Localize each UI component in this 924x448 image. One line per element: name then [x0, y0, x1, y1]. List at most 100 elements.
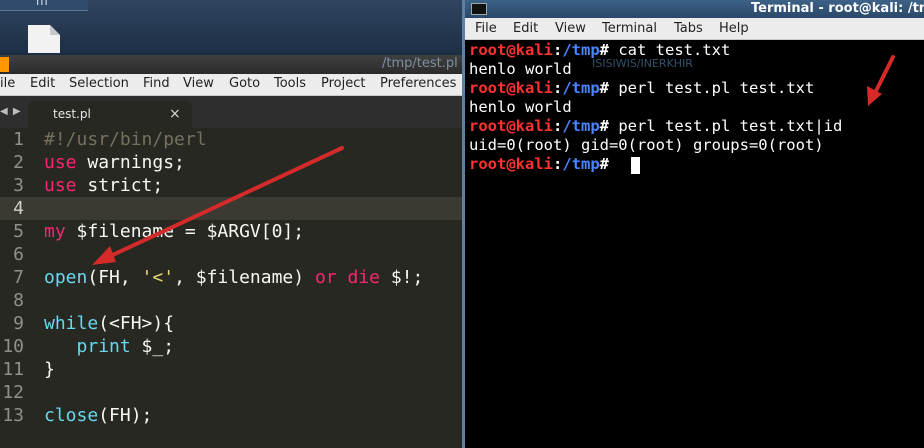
- code-line: 6: [0, 243, 462, 266]
- code-line: 9 while(<FH>){: [0, 312, 462, 335]
- prompt-symbol: #: [599, 117, 610, 135]
- tab-test-pl[interactable]: test.pl ×: [28, 101, 192, 128]
- keyword: or: [314, 267, 337, 288]
- function: while: [44, 313, 99, 334]
- editor-menubar: ile Edit Selection Find View Goto Tools …: [0, 74, 462, 96]
- sublime-logo-icon: [0, 57, 9, 72]
- code-line: 12: [0, 381, 462, 404]
- menu-view[interactable]: View: [555, 21, 586, 36]
- code-text: , $filename): [174, 267, 315, 288]
- prompt-user: root@kali: [469, 41, 553, 59]
- menu-file[interactable]: ile: [0, 76, 15, 91]
- code-text: (FH,: [87, 267, 142, 288]
- string: '<': [141, 267, 175, 288]
- line-number: 4: [13, 198, 24, 219]
- prompt-user: root@kali: [469, 117, 553, 135]
- terminal-menubar: File Edit View Terminal Tabs Help: [465, 18, 924, 40]
- line-number: 8: [13, 290, 24, 311]
- terminal-title: Terminal - root@kali: /tmp: [751, 1, 924, 16]
- keyword: die: [347, 267, 380, 288]
- command-text: perl test.pl test.txt|id: [609, 117, 843, 135]
- menu-help[interactable]: Help: [719, 21, 749, 36]
- tab-nav-arrows[interactable]: ◀ ▶: [0, 106, 22, 117]
- desktop-background: m: [0, 0, 462, 55]
- line-number: 10: [2, 336, 24, 357]
- menu-find[interactable]: Find: [143, 76, 170, 91]
- line-number: 9: [13, 313, 24, 334]
- menu-tools[interactable]: Tools: [274, 76, 306, 91]
- code-text: warnings;: [76, 152, 185, 173]
- code-line: 8: [0, 289, 462, 312]
- terminal-line: henlo world: [469, 98, 572, 116]
- terminal-window: Terminal - root@kali: /tmp File Edit Vie…: [462, 0, 924, 448]
- keyword: use: [44, 175, 77, 196]
- terminal-line: uid=0(root) gid=0(root) groups=0(root): [469, 136, 824, 154]
- close-icon[interactable]: ×: [169, 106, 181, 122]
- current-line: 4: [0, 197, 462, 220]
- document-icon[interactable]: [26, 25, 60, 53]
- code-line: 11}: [0, 358, 462, 381]
- prompt-user: root@kali: [469, 79, 553, 97]
- line-number: 2: [13, 152, 24, 173]
- terminal-cursor: [631, 157, 640, 174]
- prompt-path: /tmp: [562, 117, 600, 135]
- launcher-glyph: m: [36, 0, 48, 8]
- keyword: use: [44, 152, 77, 173]
- code-text: (FH);: [98, 405, 153, 426]
- code-line: 5 my $filename = $ARGV[0];: [0, 220, 462, 243]
- tab-label: test.pl: [53, 107, 91, 121]
- menu-project[interactable]: Project: [321, 76, 365, 91]
- function: open: [44, 267, 88, 288]
- function: close: [44, 405, 99, 426]
- code-text: #!/usr/bin/perl: [44, 129, 207, 150]
- background-watermark-text: ISISIWIS/INERKHIR: [592, 57, 693, 70]
- terminal-line: root@kali:/tmp# perl test.pl test.txt|id: [469, 117, 842, 136]
- menu-view[interactable]: View: [183, 76, 214, 91]
- line-number: 3: [13, 175, 24, 196]
- line-number: 7: [13, 267, 24, 288]
- menu-selection[interactable]: Selection: [69, 76, 129, 91]
- prompt-separator: :: [553, 117, 563, 135]
- editor-title: /tmp/test.pl: [382, 56, 458, 71]
- terminal-titlebar[interactable]: Terminal - root@kali: /tmp: [465, 0, 924, 18]
- menu-terminal[interactable]: Terminal: [602, 21, 657, 36]
- editor-tabbar: ◀ ▶ test.pl ×: [0, 96, 462, 128]
- editor-window: /tmp/test.pl ile Edit Selection Find Vie…: [0, 55, 462, 448]
- function: print: [76, 336, 131, 357]
- prompt-path: /tmp: [562, 155, 600, 173]
- code-text: strict;: [76, 175, 164, 196]
- line-number: 11: [2, 359, 24, 380]
- prompt-symbol: #: [599, 155, 610, 173]
- line-number: 13: [2, 405, 24, 426]
- prompt-symbol: #: [599, 79, 610, 97]
- desktop-launcher[interactable]: m: [0, 0, 88, 11]
- menu-file[interactable]: File: [475, 21, 497, 36]
- code-line: 2 use warnings;: [0, 151, 462, 174]
- line-number: 12: [2, 382, 24, 403]
- menu-edit[interactable]: Edit: [30, 76, 55, 91]
- code-text: (<FH>){: [98, 313, 175, 334]
- code-line: 3 use strict;: [0, 174, 462, 197]
- prompt-path: /tmp: [562, 79, 600, 97]
- menu-goto[interactable]: Goto: [229, 76, 260, 91]
- prompt-separator: :: [553, 79, 563, 97]
- code-line: 13 close(FH);: [0, 404, 462, 427]
- terminal-line: root@kali:/tmp#: [469, 155, 609, 174]
- code-area[interactable]: 1 #!/usr/bin/perl 2 use warnings; 3 use str…: [0, 128, 462, 448]
- code-text: $_;: [130, 336, 175, 357]
- editor-titlebar[interactable]: /tmp/test.pl: [0, 55, 462, 74]
- code-text: $filename = $ARGV[0];: [65, 221, 305, 242]
- menu-tabs[interactable]: Tabs: [674, 21, 703, 36]
- prompt-separator: :: [553, 41, 563, 59]
- menu-edit[interactable]: Edit: [513, 21, 538, 36]
- code-text: }: [44, 359, 55, 380]
- terminal-output[interactable]: root@kali:/tmp# cat test.txt henlo world…: [465, 40, 924, 448]
- prompt-user: root@kali: [469, 155, 553, 173]
- line-number: 6: [13, 244, 24, 265]
- terminal-icon: [471, 3, 487, 15]
- menu-preferences[interactable]: Preferences: [380, 76, 456, 91]
- line-number: 1: [13, 129, 24, 150]
- line-number: 5: [13, 221, 24, 242]
